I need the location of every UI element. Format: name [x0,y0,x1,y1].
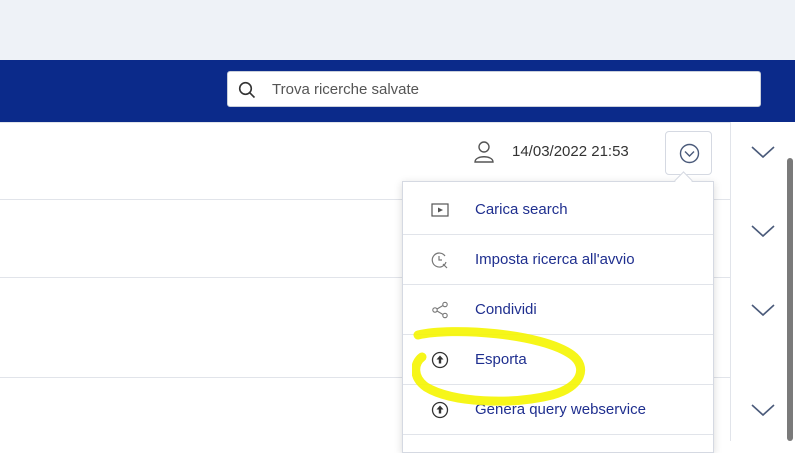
menu-item-label: Esporta [475,351,527,368]
chevron-circle-icon [679,143,700,164]
row-divider [0,122,730,123]
play-icon [431,203,449,217]
chevron-down-icon[interactable] [749,300,777,320]
context-menu: Carica search Imposta ricerca all'avvio … [402,181,714,453]
clock-search-icon [431,252,448,269]
search-box[interactable] [227,71,761,107]
top-strip [0,0,795,60]
search-icon [238,81,256,99]
menu-item-label: Imposta ricerca all'avvio [475,251,635,268]
chevron-down-icon[interactable] [749,400,777,420]
upload-circle-icon [431,401,449,419]
menu-item-label: Condividi [475,301,537,318]
share-icon [432,301,448,319]
menu-item-carica-search[interactable]: Carica search [403,185,713,235]
user-icon [474,141,494,163]
menu-item-esporta[interactable]: Esporta [403,335,713,385]
saved-date: 14/03/2022 21:53 [512,143,629,160]
search-input[interactable] [272,77,742,101]
menu-item-condividi[interactable]: Condividi [403,285,713,335]
scrollbar[interactable] [787,158,793,441]
menu-item-label: Genera query webservice [475,401,646,418]
column-divider [730,122,731,441]
menu-item-imposta-ricerca[interactable]: Imposta ricerca all'avvio [403,235,713,285]
chevron-down-icon[interactable] [749,221,777,241]
row-menu-button[interactable] [665,131,712,175]
menu-item-genera-query[interactable]: Genera query webservice [403,385,713,435]
upload-circle-icon [431,351,449,369]
menu-item-label: Carica search [475,201,568,218]
chevron-down-icon[interactable] [749,142,777,162]
